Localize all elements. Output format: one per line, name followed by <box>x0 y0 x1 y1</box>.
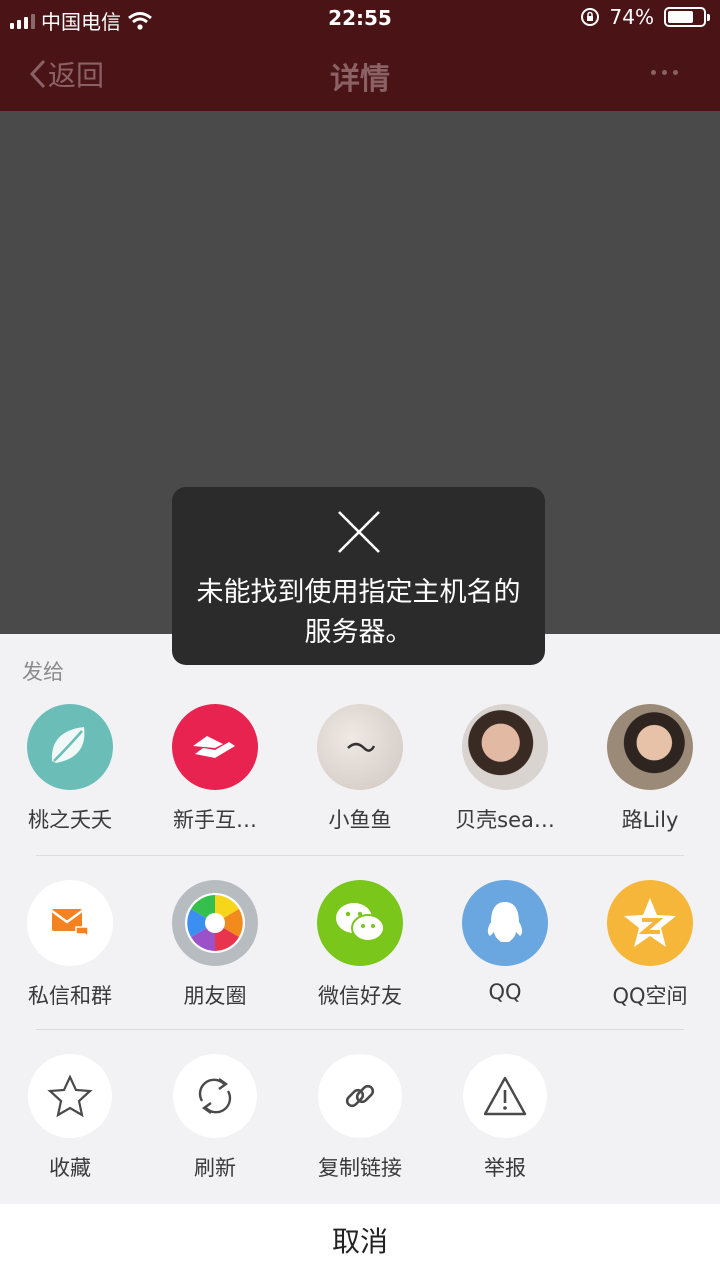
contact-name: 新手互… <box>173 808 257 832</box>
report-button[interactable]: 举报 <box>435 1054 575 1182</box>
refresh-button[interactable]: 刷新 <box>145 1054 285 1182</box>
wechat-icon <box>317 880 403 966</box>
contact-item[interactable]: 桃之夭夭 <box>0 704 140 834</box>
qq-icon <box>462 880 548 966</box>
action-label: 收藏 <box>49 1156 91 1180</box>
favorite-button[interactable]: 收藏 <box>0 1054 140 1182</box>
photo-avatar <box>462 704 548 790</box>
action-label: 复制链接 <box>318 1156 402 1180</box>
photo-avatar <box>317 704 403 790</box>
close-icon <box>338 511 380 553</box>
action-label: 举报 <box>484 1156 526 1180</box>
contact-name: 贝壳sea… <box>455 808 555 832</box>
share-target-qzone[interactable]: QQ空间 <box>580 880 720 1010</box>
share-target-label: 微信好友 <box>318 984 402 1008</box>
nav-bar: 返回 详情 <box>0 36 720 111</box>
status-right: 74% <box>580 5 710 29</box>
dot-icon <box>673 70 678 75</box>
contact-name: 小鱼鱼 <box>328 808 392 832</box>
copy-link-button[interactable]: 复制链接 <box>290 1054 430 1182</box>
share-target-wechat[interactable]: 微信好友 <box>290 880 430 1010</box>
link-icon <box>318 1054 402 1138</box>
error-toast: 未能找到使用指定主机名的服务器。 <box>172 487 545 665</box>
share-target-qq[interactable]: QQ <box>435 880 575 1004</box>
contact-item[interactable]: 新手互… <box>145 704 285 834</box>
send-to-label: 发给 <box>22 660 64 684</box>
mail-icon <box>27 880 113 966</box>
leaf-avatar <box>27 704 113 790</box>
dot-icon <box>651 70 656 75</box>
moments-icon <box>172 880 258 966</box>
battery-percent: 74% <box>609 5 654 29</box>
contact-name: 路Lily <box>621 808 679 832</box>
more-button[interactable] <box>651 70 678 75</box>
dot-icon <box>662 70 667 75</box>
handshake-avatar <box>172 704 258 790</box>
page-title: 详情 <box>330 62 390 97</box>
share-target-label: 私信和群 <box>28 984 112 1008</box>
cancel-button[interactable]: 取消 <box>0 1204 720 1280</box>
share-target-messages[interactable]: 私信和群 <box>0 880 140 1010</box>
orientation-lock-icon <box>580 8 599 26</box>
photo-avatar <box>607 704 693 790</box>
divider <box>36 1029 684 1030</box>
divider <box>36 855 684 856</box>
share-target-moments[interactable]: 朋友圈 <box>145 880 285 1010</box>
action-label: 刷新 <box>194 1156 236 1180</box>
contact-name: 桃之夭夭 <box>28 808 112 832</box>
battery-icon <box>664 7 710 27</box>
star-icon <box>28 1054 112 1138</box>
refresh-icon <box>173 1054 257 1138</box>
toast-message: 未能找到使用指定主机名的服务器。 <box>196 577 521 648</box>
share-target-label: QQ空间 <box>612 984 688 1008</box>
warning-icon <box>463 1054 547 1138</box>
status-bar: 中国电信 22:55 74% <box>0 0 720 36</box>
share-target-label: 朋友圈 <box>183 984 247 1008</box>
contact-item[interactable]: 小鱼鱼 <box>290 704 430 834</box>
qzone-icon <box>607 880 693 966</box>
contact-item[interactable]: 路Lily <box>580 704 720 834</box>
share-target-label: QQ <box>488 980 522 1004</box>
share-sheet: 发给 桃之夭夭 新手互… 小鱼鱼 贝壳sea… 路Lily 私信和群 朋友圈 微… <box>0 634 720 1204</box>
contact-item[interactable]: 贝壳sea… <box>435 704 575 834</box>
